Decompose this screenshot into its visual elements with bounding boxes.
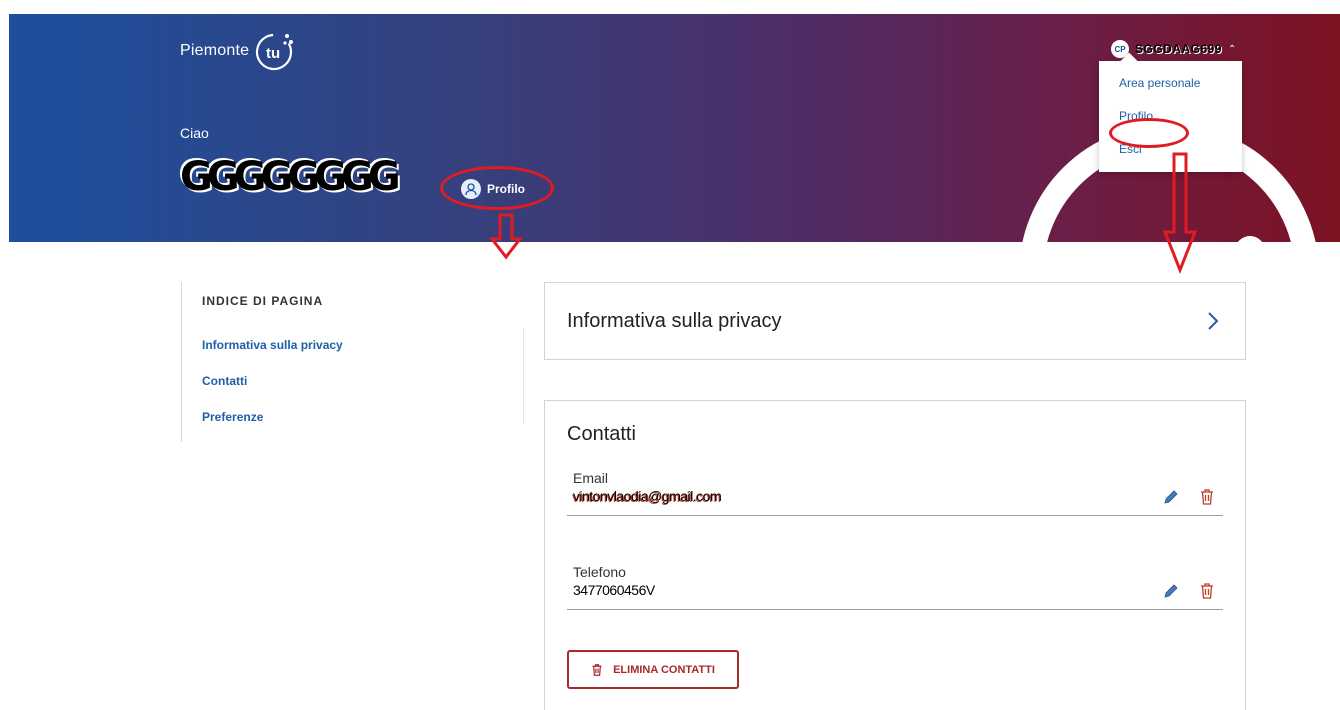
page-index-link-privacy[interactable]: Informativa sulla privacy (202, 338, 343, 352)
trash-icon (591, 663, 603, 677)
delete-phone-trash-icon[interactable] (1199, 582, 1215, 600)
page-index-link-preferenze[interactable]: Preferenze (202, 410, 263, 424)
user-name-heading: GGGGGGGG (180, 154, 401, 200)
email-field: Email vintonvlaodia@gmail.com (567, 470, 1223, 516)
phone-field: Telefono 3477060456V (567, 564, 1223, 610)
logo-mark-text: tu (266, 45, 280, 62)
contacts-card: Contatti Email vintonvlaodia@gmail.com T… (544, 400, 1246, 710)
page-index-separator (523, 328, 524, 424)
phone-label: Telefono (573, 564, 626, 580)
email-label: Email (573, 470, 609, 486)
piemonte-tu-logo-icon: tu (254, 30, 296, 72)
page-index-link-contatti[interactable]: Contatti (202, 374, 247, 388)
edit-phone-pencil-icon[interactable] (1163, 583, 1179, 599)
phone-value: 3477060456V (573, 582, 655, 598)
delete-contacts-label: ELIMINA CONTATTI (613, 663, 715, 676)
site-logo[interactable]: Piemonte tu (180, 30, 296, 72)
annotation-ellipse-profile-button (440, 166, 554, 210)
privacy-card[interactable]: Informativa sulla privacy (544, 282, 1246, 360)
delete-email-trash-icon[interactable] (1199, 488, 1215, 506)
annotation-arrow-down-right (1162, 152, 1198, 274)
menu-item-area-personale[interactable]: Area personale (1119, 76, 1242, 90)
privacy-card-title: Informativa sulla privacy (567, 309, 782, 332)
delete-contacts-button[interactable]: ELIMINA CONTATTI (567, 650, 739, 689)
greeting-text: Ciao (180, 125, 209, 141)
annotation-arrow-down-left (489, 213, 523, 260)
page-index-nav: INDICE DI PAGINA Informativa sulla priva… (181, 282, 524, 442)
annotation-ellipse-menu-profilo (1109, 118, 1189, 148)
chevron-right-icon (1207, 311, 1219, 336)
email-value: vintonvlaodia@gmail.com (573, 488, 722, 504)
contacts-card-title: Contatti (567, 423, 636, 445)
logo-text: Piemonte (180, 42, 250, 59)
chevron-up-icon: ⌃ (1228, 43, 1237, 55)
edit-email-pencil-icon[interactable] (1163, 489, 1179, 505)
user-code: SGGDAAG699 (1135, 42, 1223, 56)
page-index-title: INDICE DI PAGINA (202, 294, 324, 308)
